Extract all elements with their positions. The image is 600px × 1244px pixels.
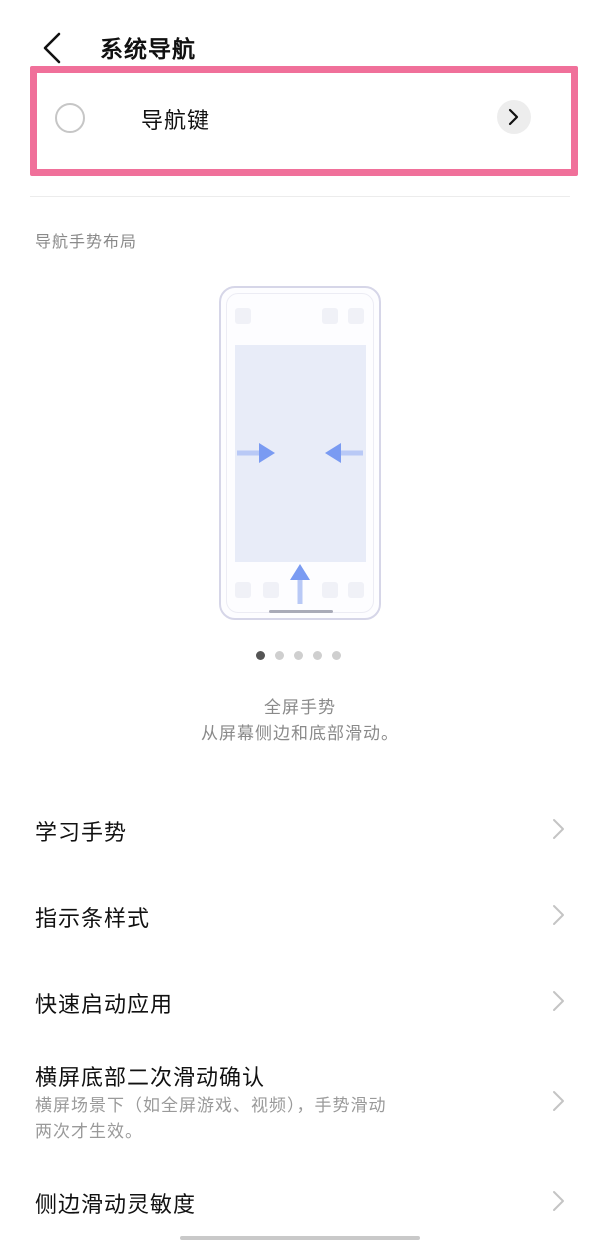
menu-item-side-swipe-sensitivity[interactable]: 侧边滑动灵敏度 (0, 1162, 600, 1232)
menu-item-label: 快速启动应用 (35, 993, 174, 1018)
menu-item-learn-gestures[interactable]: 学习手势 (0, 790, 600, 870)
nav-key-detail-button[interactable] (497, 100, 531, 134)
chevron-right-icon (553, 1091, 564, 1111)
page-dot[interactable] (256, 651, 265, 660)
chevron-right-icon (553, 819, 564, 839)
menu-item-label: 指示条样式 (35, 907, 151, 932)
home-indicator (269, 610, 333, 613)
chevron-right-icon (553, 1191, 564, 1211)
chevron-right-icon (553, 991, 564, 1011)
menu-item-indicator-style[interactable]: 指示条样式 (0, 876, 600, 956)
menu-item-label: 学习手势 (35, 821, 128, 846)
page-dot[interactable] (332, 651, 341, 660)
menu-item-quick-launch[interactable]: 快速启动应用 (0, 962, 600, 1042)
chevron-right-icon (508, 108, 519, 126)
menu-item-subtitle: 两次才生效。 (35, 1122, 143, 1142)
page-title: 系统导航 (100, 37, 196, 63)
menu-item-label: 侧边滑动灵敏度 (35, 1193, 197, 1218)
gesture-description: 从屏幕侧边和底部滑动。 (201, 724, 399, 744)
menu-item-landscape-confirm[interactable]: 横屏底部二次滑动确认 横屏场景下（如全屏游戏、视频），手势滑动 两次才生效。 (0, 1048, 600, 1148)
nav-key-label: 导航键 (141, 109, 211, 134)
divider (30, 196, 570, 197)
swipe-arrows-icon (237, 443, 363, 604)
gesture-title: 全屏手势 (264, 698, 336, 718)
page-dot[interactable] (313, 651, 322, 660)
page-dot[interactable] (294, 651, 303, 660)
menu-item-subtitle: 横屏场景下（如全屏游戏、视频），手势滑动 (35, 1096, 387, 1116)
gesture-illustration[interactable] (219, 286, 381, 620)
home-indicator-bar[interactable] (180, 1236, 420, 1240)
menu-item-label: 横屏底部二次滑动确认 (35, 1066, 266, 1091)
section-label: 导航手势布局 (35, 232, 138, 251)
chevron-right-icon (553, 905, 564, 925)
header: 系统导航 (0, 0, 600, 92)
page-dot[interactable] (275, 651, 284, 660)
nav-key-option[interactable]: 导航键 (0, 92, 600, 178)
page-indicator[interactable] (256, 651, 346, 661)
nav-key-radio[interactable] (55, 103, 85, 133)
back-button[interactable] (36, 28, 72, 68)
chevron-left-icon (43, 32, 61, 64)
